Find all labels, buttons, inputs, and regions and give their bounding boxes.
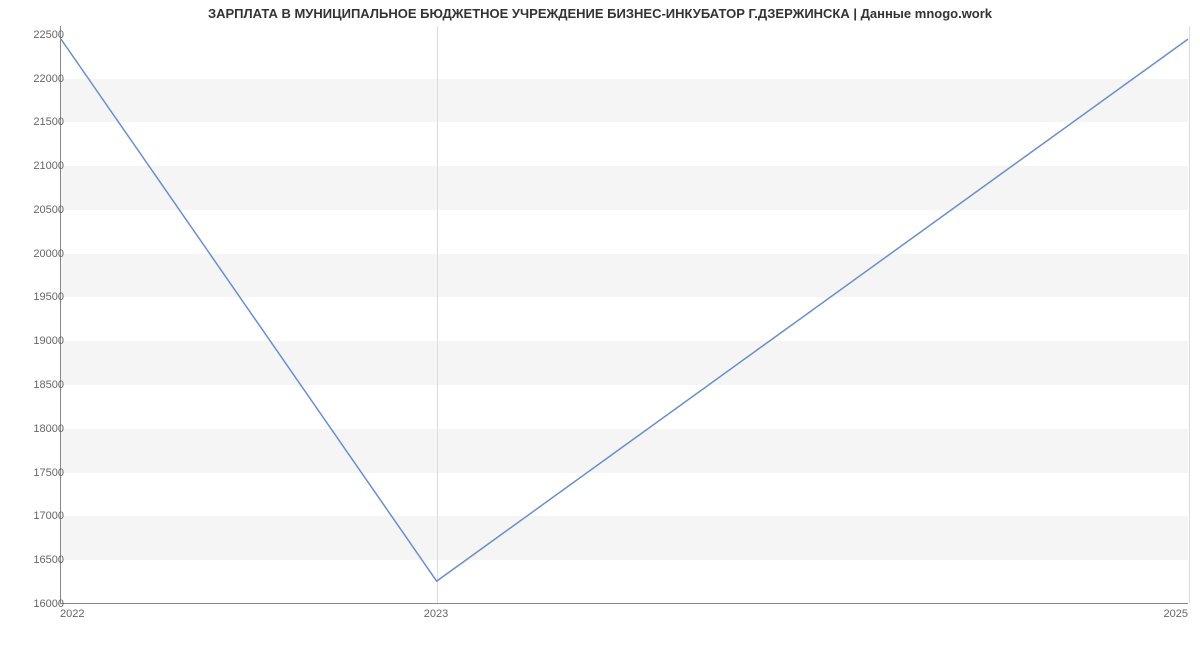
y-tick-label: 19000 — [16, 335, 64, 347]
x-tick-label: 2023 — [424, 608, 448, 620]
y-tick-label: 16500 — [16, 554, 64, 566]
x-tick-label: 2025 — [1164, 608, 1188, 620]
y-tick-label: 22000 — [16, 73, 64, 85]
y-tick-label: 16000 — [16, 598, 64, 610]
y-tick-label: 17500 — [16, 467, 64, 479]
plot-area — [60, 26, 1188, 604]
y-tick-label: 21000 — [16, 160, 64, 172]
series-line — [61, 39, 1188, 581]
y-tick-label: 19500 — [16, 291, 64, 303]
y-tick-label: 20000 — [16, 248, 64, 260]
grid-vertical — [1189, 26, 1190, 603]
y-tick-label: 22500 — [16, 29, 64, 41]
y-tick-label: 20500 — [16, 204, 64, 216]
y-tick-label: 17000 — [16, 510, 64, 522]
x-tick-label: 2022 — [60, 608, 84, 620]
line-layer — [61, 26, 1188, 603]
chart-title: ЗАРПЛАТА В МУНИЦИПАЛЬНОЕ БЮДЖЕТНОЕ УЧРЕЖ… — [0, 6, 1200, 21]
y-tick-label: 18500 — [16, 379, 64, 391]
y-tick-label: 18000 — [16, 423, 64, 435]
y-tick-label: 21500 — [16, 116, 64, 128]
